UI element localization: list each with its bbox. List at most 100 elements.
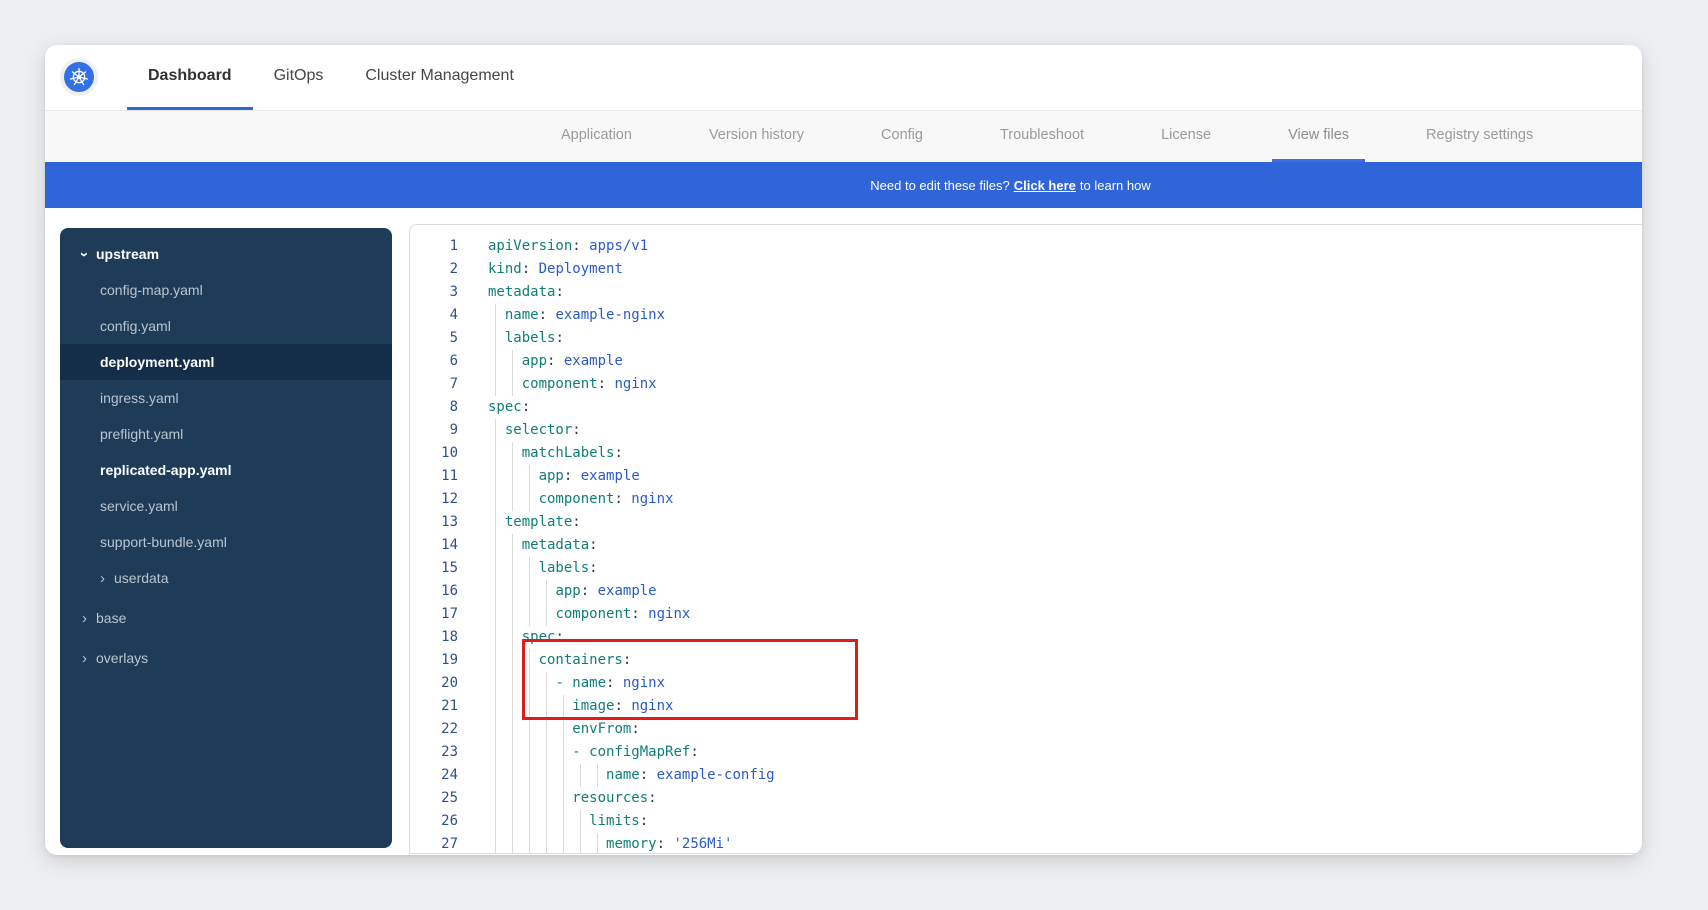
yaml-key: spec bbox=[488, 399, 522, 415]
yaml-punctuation: : bbox=[631, 721, 639, 737]
indent-guide-line bbox=[546, 787, 547, 810]
code-line: matchLabels: bbox=[488, 442, 1642, 465]
indent-guide-line bbox=[495, 580, 496, 603]
indent-guide-line bbox=[563, 833, 564, 853]
tab-troubleshoot[interactable]: Troubleshoot bbox=[984, 111, 1100, 162]
banner-text-suffix: to learn how bbox=[1080, 178, 1151, 193]
file-tree-item-replicated-app-yaml[interactable]: replicated-app.yaml bbox=[60, 452, 392, 488]
yaml-key: metadata bbox=[488, 284, 555, 300]
banner-click-here-link[interactable]: Click here bbox=[1014, 178, 1076, 193]
yaml-editor[interactable]: 1234567891011121314151617181920212223242… bbox=[409, 224, 1642, 854]
file-tree-item-label: base bbox=[96, 610, 126, 626]
yaml-value: apps/v1 bbox=[581, 238, 648, 254]
indent-guide-line bbox=[529, 603, 530, 626]
indent-guide-line bbox=[495, 465, 496, 488]
indent-guide-line bbox=[495, 373, 496, 396]
yaml-punctuation: : bbox=[572, 422, 580, 438]
indent-guide-line bbox=[495, 672, 496, 695]
file-tree-item-overlays[interactable]: ›overlays bbox=[60, 640, 392, 676]
indent-guide-line bbox=[580, 810, 581, 833]
indent-guide-line bbox=[563, 810, 564, 833]
indent-guide-line bbox=[512, 787, 513, 810]
tab-config[interactable]: Config bbox=[865, 111, 939, 162]
yaml-punctuation: : bbox=[555, 629, 563, 645]
yaml-punctuation: : bbox=[581, 583, 589, 599]
indent-guide-line bbox=[512, 603, 513, 626]
indent-guide-line bbox=[512, 488, 513, 511]
indent-guide-line bbox=[512, 442, 513, 465]
indent-guide-line bbox=[563, 741, 564, 764]
indent-guide-line bbox=[495, 649, 496, 672]
tab-registry-settings[interactable]: Registry settings bbox=[1410, 111, 1549, 162]
indent-guide-line bbox=[495, 350, 496, 373]
indent-guide-line bbox=[512, 741, 513, 764]
admin-console-window: DashboardGitOpsCluster Management Applic… bbox=[45, 45, 1642, 855]
code-line: memory: '256Mi' bbox=[488, 833, 1642, 853]
indent-guide-line bbox=[512, 557, 513, 580]
yaml-key: memory bbox=[606, 836, 657, 852]
file-tree-item-label: config.yaml bbox=[100, 318, 171, 334]
nav-item-dashboard[interactable]: Dashboard bbox=[127, 45, 253, 110]
indent-guide-line bbox=[546, 672, 547, 695]
line-number: 22 bbox=[410, 718, 460, 741]
file-tree-item-deployment-yaml[interactable]: deployment.yaml bbox=[60, 344, 392, 380]
yaml-punctuation: : bbox=[614, 491, 622, 507]
yaml-value: nginx bbox=[623, 698, 674, 714]
yaml-punctuation: : bbox=[631, 606, 639, 622]
code-line: - configMapRef: bbox=[488, 741, 1642, 764]
line-number: 20 bbox=[410, 672, 460, 695]
file-tree-item-label: replicated-app.yaml bbox=[100, 462, 232, 478]
tab-license[interactable]: License bbox=[1145, 111, 1227, 162]
yaml-punctuation: - bbox=[555, 675, 572, 691]
code-line: app: example bbox=[488, 350, 1642, 373]
indent-guide-line bbox=[495, 787, 496, 810]
file-tree-item-service-yaml[interactable]: service.yaml bbox=[60, 488, 392, 524]
nav-item-gitops[interactable]: GitOps bbox=[253, 45, 345, 110]
yaml-key: envFrom bbox=[572, 721, 631, 737]
file-tree-item-base[interactable]: › base bbox=[60, 600, 392, 636]
tab-version-history[interactable]: Version history bbox=[693, 111, 820, 162]
indent-guide-line bbox=[529, 695, 530, 718]
yaml-punctuation: : bbox=[572, 238, 580, 254]
nav-item-cluster-management[interactable]: Cluster Management bbox=[344, 45, 535, 110]
indent-guide-line bbox=[512, 626, 513, 649]
yaml-key: apiVersion bbox=[488, 238, 572, 254]
file-tree-item-support-bundle-yaml[interactable]: support-bundle.yaml bbox=[60, 524, 392, 560]
indent-guide-line bbox=[546, 741, 547, 764]
yaml-key: labels bbox=[505, 330, 556, 346]
indent-guide-line bbox=[580, 833, 581, 853]
yaml-value: example bbox=[555, 353, 622, 369]
file-tree-item-userdata[interactable]: ›userdata bbox=[60, 560, 392, 596]
file-tree-item-label: userdata bbox=[114, 570, 168, 586]
tab-application[interactable]: Application bbox=[545, 111, 648, 162]
yaml-punctuation: - bbox=[572, 744, 589, 760]
yaml-punctuation: : bbox=[690, 744, 698, 760]
file-tree-item-ingress-yaml[interactable]: ingress.yaml bbox=[60, 380, 392, 416]
indent-guide-line bbox=[529, 787, 530, 810]
top-navigation: DashboardGitOpsCluster Management bbox=[45, 45, 1642, 111]
yaml-punctuation: : bbox=[648, 790, 656, 806]
yaml-punctuation: : bbox=[589, 537, 597, 553]
file-tree-item-label: service.yaml bbox=[100, 498, 178, 514]
kubernetes-wheel-icon bbox=[64, 62, 94, 92]
file-tree-item-config-map-yaml[interactable]: config-map.yaml bbox=[60, 272, 392, 308]
editor-code-area: apiVersion: apps/v1kind: Deploymentmetad… bbox=[460, 225, 1642, 853]
file-tree-item-preflight-yaml[interactable]: preflight.yaml bbox=[60, 416, 392, 452]
chevron-right-icon: › bbox=[82, 611, 87, 626]
app-tabs: Application Version history Config Troubles… bbox=[45, 111, 1642, 162]
code-line: labels: bbox=[488, 327, 1642, 350]
file-tree-item-upstream[interactable]: ›upstream bbox=[60, 236, 392, 272]
indent-guide-line bbox=[529, 833, 530, 853]
yaml-punctuation: : bbox=[598, 376, 606, 392]
code-line: image: nginx bbox=[488, 695, 1642, 718]
code-line: component: nginx bbox=[488, 603, 1642, 626]
line-number: 4 bbox=[410, 304, 460, 327]
file-tree-item-config-yaml[interactable]: config.yaml bbox=[60, 308, 392, 344]
tab-view-files[interactable]: View files bbox=[1272, 111, 1365, 162]
indent-guide-line bbox=[597, 764, 598, 787]
yaml-key: kind bbox=[488, 261, 522, 277]
yaml-value: nginx bbox=[614, 675, 665, 691]
yaml-key: limits bbox=[589, 813, 640, 829]
yaml-punctuation: : bbox=[614, 698, 622, 714]
indent-guide-line bbox=[495, 304, 496, 327]
